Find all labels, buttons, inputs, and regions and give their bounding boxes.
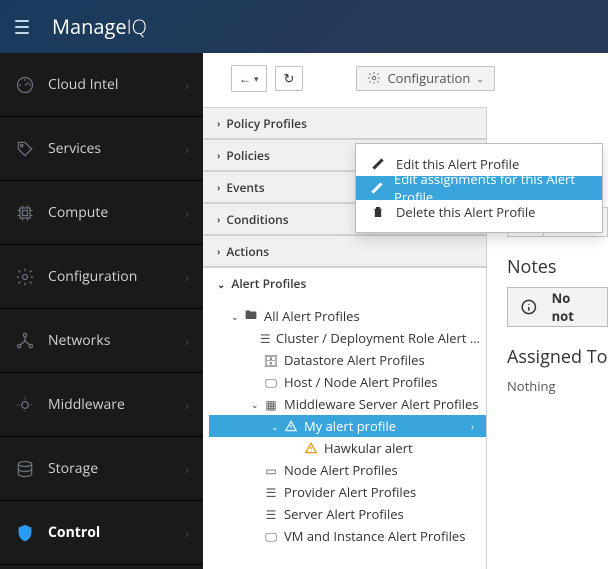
brand-logo: ManageIQ xyxy=(52,13,147,40)
pencil-icon xyxy=(370,156,386,172)
tree-node-host[interactable]: 🖵Host / Node Alert Profiles xyxy=(209,371,486,393)
mw-icon: ▦ xyxy=(263,396,279,413)
refresh-icon: ↻ xyxy=(284,69,295,87)
chevron-right-icon: › xyxy=(185,268,189,286)
db-icon: 🗄 xyxy=(263,352,279,369)
assigned-value: Nothing xyxy=(507,377,608,395)
screen-icon: 🖵 xyxy=(263,528,279,545)
chevron-right-icon: › xyxy=(185,332,189,350)
tree-node-server[interactable]: ☰Server Alert Profiles xyxy=(209,503,486,525)
refresh-button[interactable]: ↻ xyxy=(275,66,304,91)
pencil-icon xyxy=(370,180,384,196)
chevron-right-icon: › xyxy=(185,140,189,158)
storage-icon xyxy=(14,458,36,480)
folder-icon: 🖿 xyxy=(243,306,259,327)
stack-icon: ☰ xyxy=(263,506,279,523)
sidebar-item-cloud-intel[interactable]: Cloud Intel › xyxy=(0,53,203,117)
tree-node-node[interactable]: ▭Node Alert Profiles xyxy=(209,459,486,481)
notes-box: No not xyxy=(507,287,608,327)
shield-icon xyxy=(14,522,36,544)
sidebar-item-compute[interactable]: Compute › xyxy=(0,181,203,245)
tree-section-policy-profiles[interactable]: ›Policy Profiles xyxy=(203,107,486,139)
chevron-right-icon: › xyxy=(185,460,189,478)
dropdown-edit-assignments[interactable]: Edit assignments for this Alert Profile xyxy=(356,176,602,200)
tag-icon xyxy=(14,138,36,160)
sidebar-item-configuration[interactable]: Configuration › xyxy=(0,245,203,309)
tree-node-my-alert-profile[interactable]: ⌄My alert profile› xyxy=(209,415,486,437)
tree-section-alert-profiles[interactable]: ⌄Alert Profiles xyxy=(203,267,486,299)
notes-heading: Notes xyxy=(507,255,608,279)
chevron-right-icon: › xyxy=(185,396,189,414)
dashboard-icon xyxy=(14,74,36,96)
tree-section-actions[interactable]: ›Actions xyxy=(203,235,486,267)
arrow-left-icon: ← xyxy=(239,70,251,87)
cpu-icon xyxy=(14,202,36,224)
chevron-right-icon: › xyxy=(185,204,189,222)
middleware-icon xyxy=(14,394,36,416)
alert-icon xyxy=(303,441,319,455)
sidebar-item-services[interactable]: Services › xyxy=(0,117,203,181)
history-button-group: ← ▾ xyxy=(231,65,267,92)
gear-icon xyxy=(14,266,36,288)
caret-down-icon: ▾ xyxy=(254,72,259,85)
info-icon xyxy=(520,298,538,316)
caret-down-icon: ⌄ xyxy=(476,72,484,85)
tree-node-hawkular[interactable]: Hawkular alert xyxy=(209,437,486,459)
gear-icon xyxy=(367,71,381,85)
tree-node-provider[interactable]: ☰Provider Alert Profiles xyxy=(209,481,486,503)
sidebar-item-storage[interactable]: Storage › xyxy=(0,437,203,501)
tree-node-datastore[interactable]: 🗄Datastore Alert Profiles xyxy=(209,349,486,371)
node-icon: ▭ xyxy=(263,462,279,479)
sidebar-item-networks[interactable]: Networks › xyxy=(0,309,203,373)
chevron-right-icon: › xyxy=(185,524,189,542)
network-icon xyxy=(14,330,36,352)
back-button[interactable]: ← ▾ xyxy=(232,66,266,91)
sidebar-item-control[interactable]: Control › xyxy=(0,501,203,565)
configuration-dropdown-button[interactable]: Configuration ⌄ xyxy=(356,66,494,91)
alert-icon xyxy=(283,419,299,433)
configuration-dropdown: Edit this Alert Profile Edit assignments… xyxy=(355,143,603,233)
assigned-heading: Assigned To xyxy=(507,345,608,369)
sidebar-item-middleware[interactable]: Middleware › xyxy=(0,373,203,437)
tree-root-all-alert-profiles[interactable]: ⌄🖿All Alert Profiles xyxy=(209,305,486,327)
chevron-right-icon: › xyxy=(185,76,189,94)
stack-icon: ☰ xyxy=(260,330,271,347)
stack-icon: ☰ xyxy=(263,484,279,501)
chevron-right-icon: › xyxy=(471,419,474,433)
trash-icon xyxy=(370,204,386,220)
tree-node-middleware[interactable]: ⌄▦Middleware Server Alert Profiles xyxy=(209,393,486,415)
hamburger-menu[interactable] xyxy=(10,15,34,39)
tree-node-vm[interactable]: 🖵VM and Instance Alert Profiles xyxy=(209,525,486,547)
tree-node-cluster[interactable]: ☰Cluster / Deployment Role Alert … xyxy=(209,327,486,349)
screen-icon: 🖵 xyxy=(263,374,279,391)
sidebar: Cloud Intel › Services › Compute › Confi… xyxy=(0,53,203,569)
